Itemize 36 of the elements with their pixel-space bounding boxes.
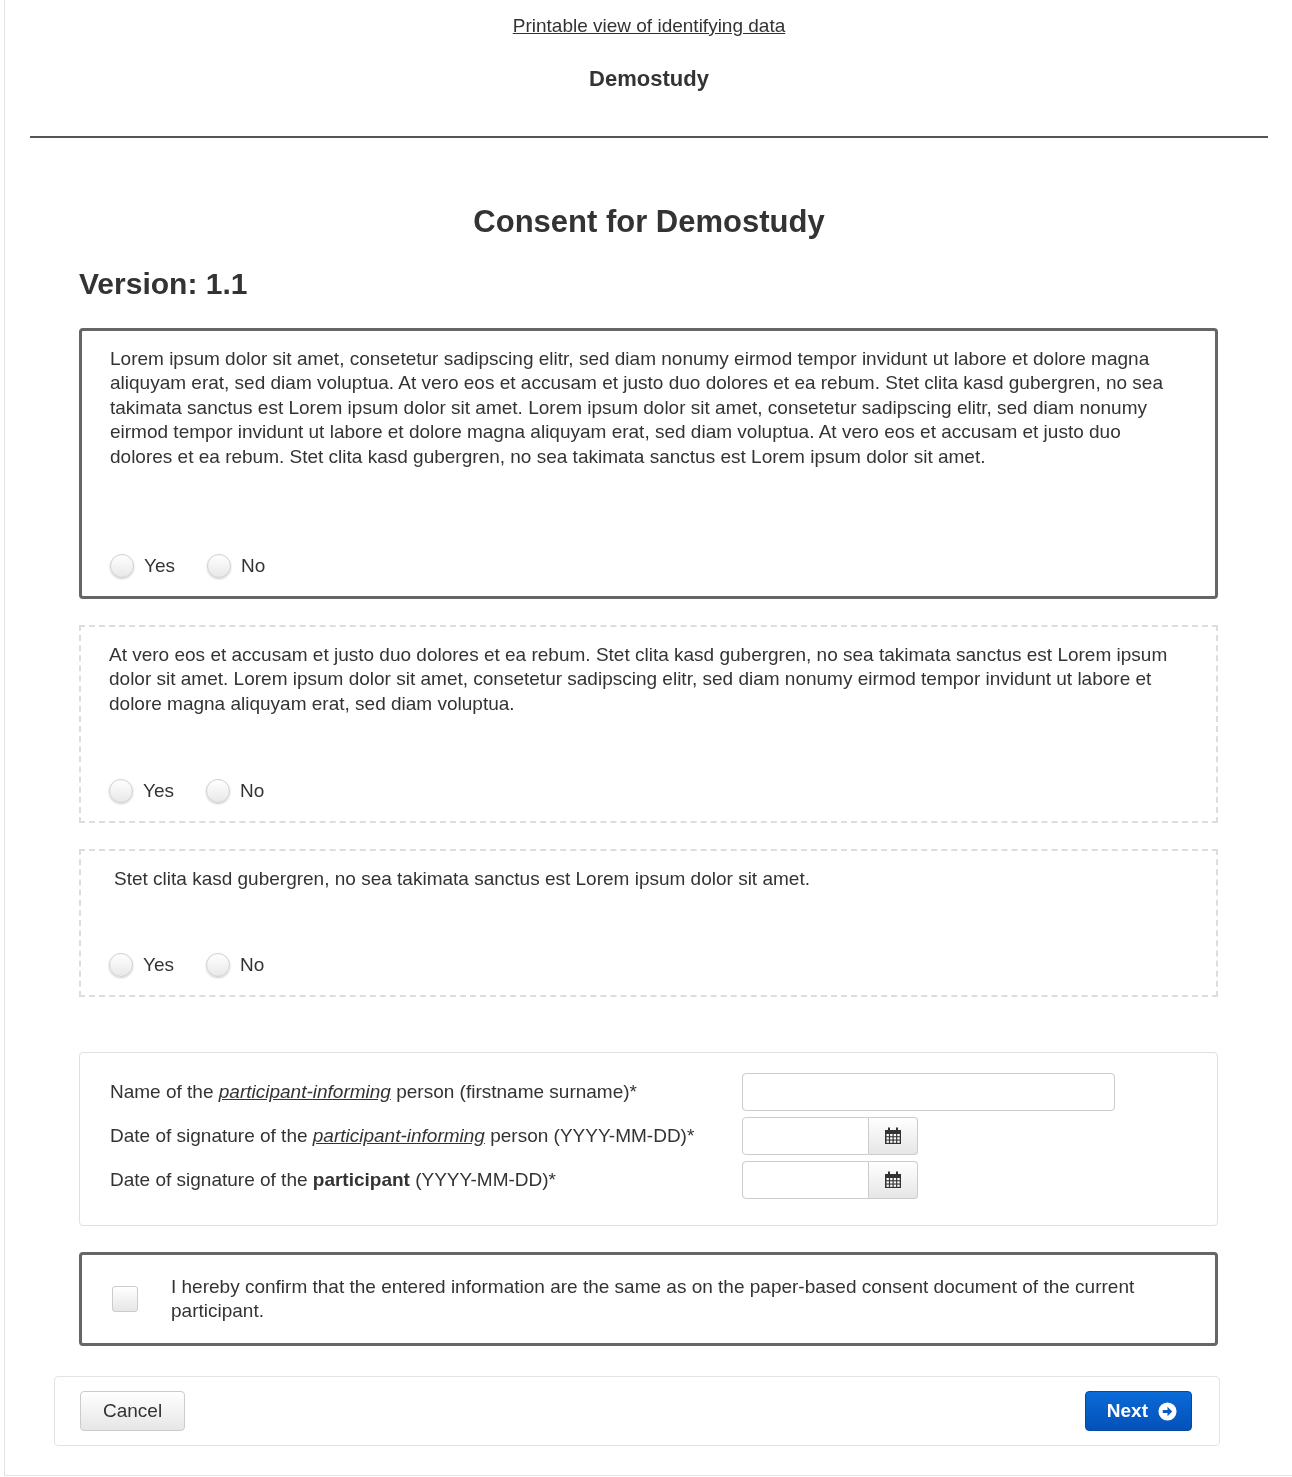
radio-label: No [240,954,265,976]
field-label: Date of signature of the participant (YYYY-MM-DD)* [110,1169,557,1191]
radio-button[interactable] [206,953,230,977]
page-title: Consent for Demostudy [472,204,826,240]
radio-button[interactable] [109,779,133,803]
radio-button[interactable] [207,554,231,578]
calendar-icon [884,1127,902,1145]
confirmation-text: I hereby confirm that the entered information are the same as on the paper-based consent document of the current participant. [171,1275,1136,1323]
next-button[interactable]: Next [1084,1391,1192,1431]
radio-button[interactable] [109,953,133,977]
participant-informing-link[interactable]: participant-informing [312,1125,485,1146]
calendar-icon [884,1171,902,1189]
version-heading: Version: 1.1 [79,266,249,302]
name-input-field[interactable] [742,1073,1115,1111]
radio-label: Yes [143,780,174,802]
radio-label: Yes [144,555,175,577]
cancel-button[interactable]: Cancel [80,1391,186,1431]
date-input-field[interactable] [742,1117,869,1155]
field-label: Name of the participant-informing person (firstname surname)* [110,1081,638,1103]
field-label: Date of signature of the participant-informing person (YYYY-MM-DD)* [110,1125,696,1147]
consent-text: At vero eos et accusam et justo duo dolores et ea rebum. Stet clita kasd gubergren, no sea takimata sanctus est Lorem ipsum dolor sit amet. Lorem ipsum dolor sit amet, consetetur sadipscing elitr, sed diam nonumy eirmod tempor invidunt ut labore et dolore magna aliquyam erat, sed diam voluptua. [109,643,1169,716]
study-name: Demostudy [589,66,709,92]
calendar-button[interactable] [869,1161,918,1199]
radio-button[interactable] [110,554,134,578]
arrow-circle-icon [1158,1401,1177,1421]
calendar-button[interactable] [869,1117,918,1155]
consent-text: Lorem ipsum dolor sit amet, consetetur sadipscing elitr, sed diam nonumy eirmod tempor invidunt ut labore et dolore magna aliquyam erat, sed diam voluptua. At vero eos et accusam et justo duo dolores et ea rebum. Stet clita kasd gubergren, no sea takimata sanctus est Lorem ipsum dolor sit amet. Lorem ipsum dolor sit amet, consetetur sadipscing elitr, sed diam nonumy eirmod tempor invidunt ut labore et dolore magna aliquyam erat, sed diam voluptua. At vero eos et accusam et justo duo dolores et ea rebum. Stet clita kasd gubergren, no sea takimata sanctus est Lorem ipsum dolor sit amet. [110,347,1164,469]
printable-view-link[interactable]: Printable view of identifying data [512,15,786,37]
radio-button[interactable] [206,779,230,803]
consent-text: Stet clita kasd gubergren, no sea takimata sanctus est Lorem ipsum dolor sit amet. [113,867,811,891]
radio-label: No [240,780,265,802]
participant-informing-link[interactable]: participant-informing [218,1081,391,1102]
date-input-field[interactable] [742,1161,869,1199]
confirmation-checkbox[interactable] [112,1286,138,1312]
radio-label: No [241,555,266,577]
radio-label: Yes [143,954,174,976]
